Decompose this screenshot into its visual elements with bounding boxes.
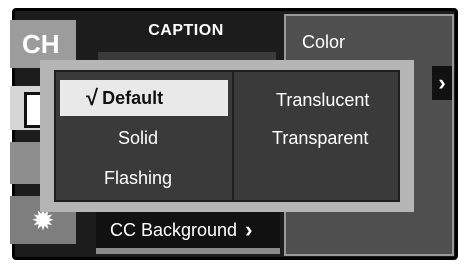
color-label: Color [302,32,346,52]
popup-divider [232,72,234,200]
cc-background-underline [96,248,280,254]
caption-title: CAPTION [148,22,224,39]
option-flashing[interactable]: Flashing [104,168,172,189]
checkmark-icon: √ [86,85,99,110]
cc-background-label: CC Background [110,219,238,240]
chevron-right-icon: › [245,217,253,242]
option-transparent[interactable]: Transparent [272,128,368,149]
chevron-right-icon[interactable]: › [432,66,452,100]
option-solid[interactable]: Solid [118,128,158,149]
popup-options-panel: √ Default Solid Flashing Translucent Tra… [54,70,400,202]
option-default-label: Default [102,87,164,108]
cc-background-menu-item[interactable]: CC Background › [96,212,280,248]
option-default[interactable]: √ Default [60,80,228,116]
option-translucent[interactable]: Translucent [276,90,369,111]
background-style-popup: √ Default Solid Flashing Translucent Tra… [40,60,414,212]
ch-label: CH [22,28,60,59]
